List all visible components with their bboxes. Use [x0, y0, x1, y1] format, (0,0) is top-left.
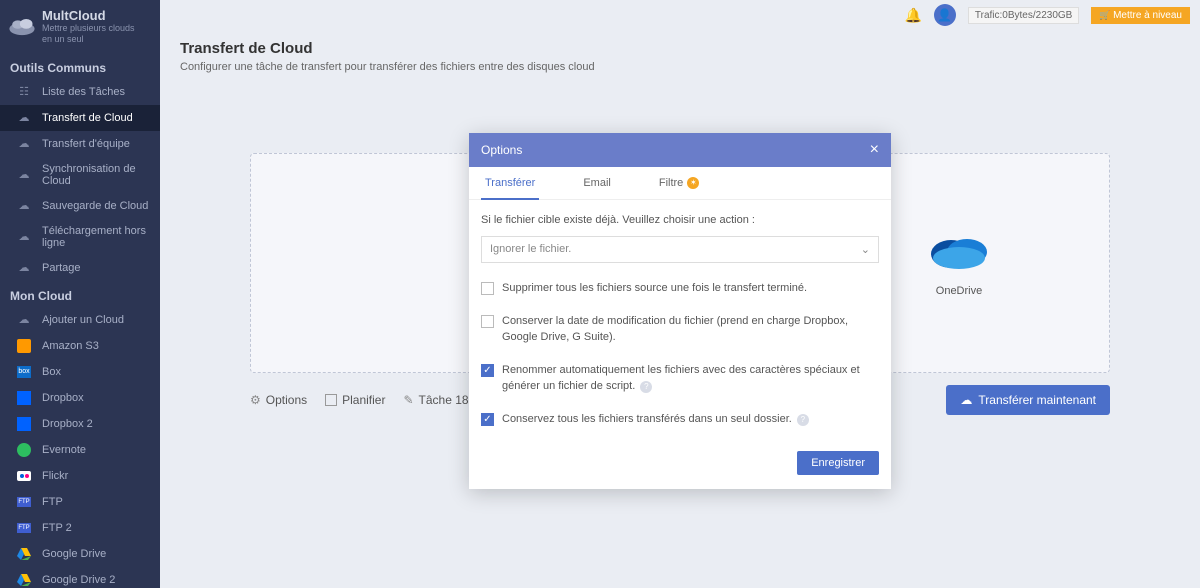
- checkbox-checked-icon[interactable]: ✓: [481, 364, 494, 377]
- option-rename-special[interactable]: ✓ Renommer automatiquement les fichiers …: [481, 363, 879, 394]
- badge-icon: ✶: [687, 177, 699, 189]
- modal-prompt: Si le fichier cible existe déjà. Veuille…: [481, 214, 879, 226]
- evernote-icon: [16, 443, 32, 457]
- tab-filter[interactable]: Filtre✶: [655, 167, 703, 199]
- cloud-icon: ☁: [16, 313, 32, 327]
- option-delete-source[interactable]: Supprimer tous les fichiers source une f…: [481, 281, 879, 296]
- dropbox-icon: [16, 417, 32, 431]
- gdrive-icon: [16, 547, 32, 561]
- tab-email[interactable]: Email: [579, 167, 615, 199]
- info-icon[interactable]: ?: [640, 381, 652, 393]
- save-button[interactable]: Enregistrer: [797, 451, 879, 475]
- ftp-icon: FTP: [16, 495, 32, 509]
- sidebar-item-team-transfer[interactable]: ☁Transfert d'équipe: [0, 131, 160, 157]
- checkbox-checked-icon[interactable]: ✓: [481, 413, 494, 426]
- sidebar-item-cloud-transfer[interactable]: ☁Transfert de Cloud: [0, 105, 160, 131]
- chevron-down-icon: ⌄: [861, 243, 870, 256]
- cloud-icon: ☁: [16, 111, 32, 125]
- sidebar-item-cloud-sync[interactable]: ☁Synchronisation de Cloud: [0, 157, 160, 193]
- sidebar-item-tasks[interactable]: ☷Liste des Tâches: [0, 79, 160, 105]
- cloud-icon: ☁: [16, 137, 32, 151]
- sidebar-item-ftp[interactable]: FTPFTP: [0, 489, 160, 515]
- cloud-icon: ☁: [16, 168, 32, 182]
- close-icon[interactable]: ×: [870, 141, 879, 159]
- section-common-tools: Outils Communs: [0, 53, 160, 79]
- cloud-icon: ☁: [16, 261, 32, 275]
- sidebar-item-google-drive-2[interactable]: Google Drive 2: [0, 567, 160, 588]
- modal-footer: Enregistrer: [469, 441, 891, 489]
- sidebar-item-flickr[interactable]: Flickr: [0, 463, 160, 489]
- sidebar-item-dropbox-2[interactable]: Dropbox 2: [0, 411, 160, 437]
- checkbox-icon[interactable]: [481, 282, 494, 295]
- sidebar-item-cloud-backup[interactable]: ☁Sauvegarde de Cloud: [0, 193, 160, 219]
- cloud-icon: ☁: [16, 199, 32, 213]
- logo-area: MultCloud Mettre plusieurs clouds en un …: [0, 0, 160, 53]
- sidebar-item-share[interactable]: ☁Partage: [0, 255, 160, 281]
- option-keep-date[interactable]: Conserver la date de modification du fic…: [481, 314, 879, 345]
- sidebar-item-box[interactable]: boxBox: [0, 359, 160, 385]
- brand-name: MultCloud: [42, 8, 142, 23]
- sidebar-item-ftp-2[interactable]: FTPFTP 2: [0, 515, 160, 541]
- sidebar-item-evernote[interactable]: Evernote: [0, 437, 160, 463]
- checkbox-icon[interactable]: [481, 315, 494, 328]
- option-single-folder[interactable]: ✓ Conservez tous les fichiers transférés…: [481, 412, 879, 427]
- sidebar-item-offline-download[interactable]: ☁Téléchargement hors ligne: [0, 219, 160, 255]
- brand-tagline: Mettre plusieurs clouds en un seul: [42, 23, 142, 45]
- modal-body: Si le fichier cible existe déjà. Veuille…: [469, 200, 891, 441]
- gdrive-icon: [16, 573, 32, 587]
- modal-title: Options: [481, 143, 522, 157]
- info-icon[interactable]: ?: [797, 414, 809, 426]
- list-icon: ☷: [16, 85, 32, 99]
- section-my-cloud: Mon Cloud: [0, 281, 160, 307]
- ftp-icon: FTP: [16, 521, 32, 535]
- tab-transfer[interactable]: Transférer: [481, 167, 539, 199]
- modal-overlay: Options × Transférer Email Filtre✶ Si le…: [160, 0, 1200, 588]
- modal-tabs: Transférer Email Filtre✶: [469, 167, 891, 200]
- action-select[interactable]: Ignorer le fichier.⌄: [481, 236, 879, 263]
- logo-icon: [8, 16, 36, 36]
- sidebar-item-google-drive[interactable]: Google Drive: [0, 541, 160, 567]
- options-modal: Options × Transférer Email Filtre✶ Si le…: [469, 133, 891, 489]
- sidebar-item-dropbox[interactable]: Dropbox: [0, 385, 160, 411]
- sidebar-item-add-cloud[interactable]: ☁Ajouter un Cloud: [0, 307, 160, 333]
- box-icon: box: [16, 365, 32, 379]
- sidebar-item-amazon-s3[interactable]: Amazon S3: [0, 333, 160, 359]
- sidebar: MultCloud Mettre plusieurs clouds en un …: [0, 0, 160, 588]
- main-area: 🔔 👤 Trafic:0Bytes/2230GB Mettre à niveau…: [160, 0, 1200, 588]
- cloud-icon: ☁: [16, 230, 32, 244]
- s3-icon: [16, 339, 32, 353]
- dropbox-icon: [16, 391, 32, 405]
- modal-header: Options ×: [469, 133, 891, 167]
- flickr-icon: [16, 469, 32, 483]
